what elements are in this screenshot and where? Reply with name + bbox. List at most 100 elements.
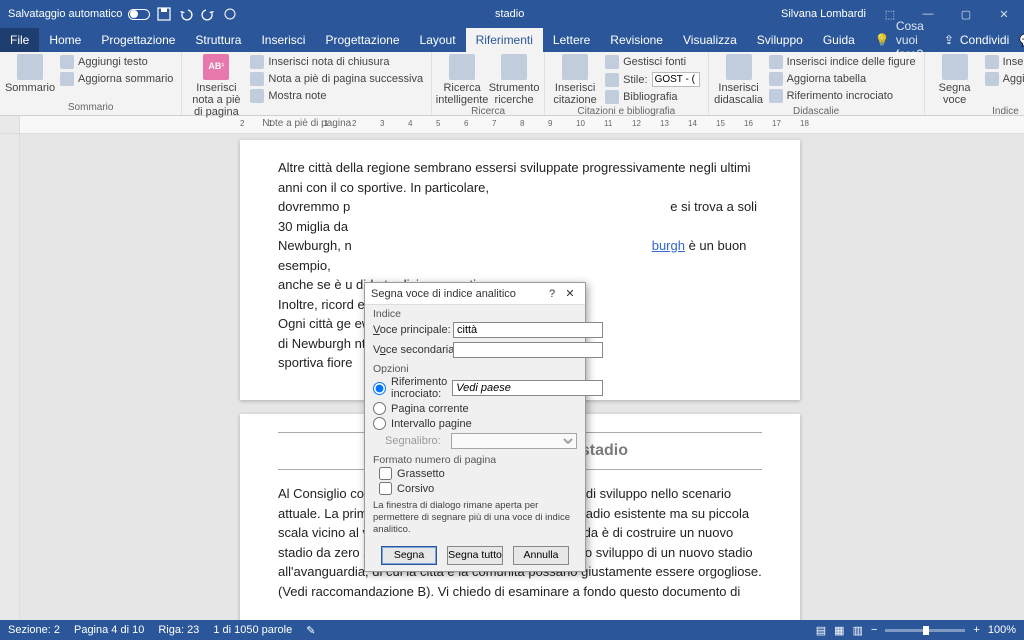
view-web-icon[interactable]: ▥: [853, 624, 863, 637]
add-text-button[interactable]: Aggiungi testo: [58, 54, 175, 70]
share-label: Condividi: [960, 33, 1009, 47]
toc-button[interactable]: Sommario: [6, 54, 54, 94]
toc-label: Sommario: [5, 82, 55, 94]
status-bar: Sezione: 2 Pagina 4 di 10 Riga: 23 1 di …: [0, 620, 1024, 640]
user-name[interactable]: Silvana Lombardi: [781, 8, 866, 20]
document-title: stadio: [238, 8, 781, 20]
autosave-toggle[interactable]: [128, 9, 150, 20]
insert-endnote-button[interactable]: Inserisci nota di chiusura: [248, 54, 425, 70]
bibliography-button[interactable]: Bibliografia: [603, 89, 701, 105]
cross-ref-button[interactable]: Riferimento incrociato: [767, 88, 918, 104]
status-words[interactable]: 1 di 1050 parole: [213, 624, 292, 636]
status-line[interactable]: Riga: 23: [158, 624, 199, 636]
maximize-icon[interactable]: ▢: [952, 0, 980, 28]
tab-inserisci[interactable]: Inserisci: [251, 28, 315, 52]
spellcheck-icon[interactable]: ✎: [306, 624, 315, 637]
comments-icon[interactable]: 💬: [1019, 28, 1024, 52]
share-icon: ⇪: [944, 33, 954, 47]
mark-index-dialog: Segna voce di indice analitico ? ✕ Indic…: [364, 282, 586, 572]
dialog-note: La finestra di dialogo rimane aperta per…: [365, 496, 585, 540]
bookmark-select: [451, 433, 577, 449]
page-range-label: Intervallo pagine: [391, 418, 472, 430]
main-entry-input[interactable]: [453, 322, 603, 338]
title-bar: Salvataggio automatico stadio Silvana Lo…: [0, 0, 1024, 28]
update-toc-button[interactable]: Aggiorna sommario: [58, 71, 175, 87]
segna-button[interactable]: Segna: [381, 546, 437, 565]
zoom-level[interactable]: 100%: [988, 624, 1016, 636]
mark-entry-button[interactable]: Segna voce: [931, 54, 979, 106]
next-footnote-button[interactable]: Nota a piè di pagina successiva: [248, 71, 425, 87]
group-sommario: Sommario: [6, 102, 175, 115]
style-select[interactable]: [652, 72, 700, 87]
close-icon[interactable]: ✕: [990, 0, 1018, 28]
style-row: Stile:: [603, 71, 701, 88]
status-page[interactable]: Pagina 4 di 10: [74, 624, 144, 636]
ruler[interactable]: 21123456789101112131415161718: [0, 116, 1024, 134]
manage-sources-button[interactable]: Gestisci fonti: [603, 54, 701, 70]
tab-file[interactable]: File: [0, 28, 39, 52]
tab-visualizza[interactable]: Visualizza: [673, 28, 747, 52]
show-notes-button[interactable]: Mostra note: [248, 88, 425, 104]
bold-checkbox[interactable]: [379, 467, 392, 480]
current-page-radio[interactable]: [373, 402, 386, 415]
cross-ref-radio[interactable]: [373, 382, 386, 395]
page-range-radio[interactable]: [373, 417, 386, 430]
tab-progettazione2[interactable]: Progettazione: [315, 28, 409, 52]
close-dialog-icon[interactable]: ✕: [561, 287, 579, 300]
zoom-slider[interactable]: [885, 629, 965, 632]
footnote-label: Inserisci nota a piè di pagina: [188, 82, 244, 118]
help-icon[interactable]: ?: [543, 288, 561, 300]
zoom-out-icon[interactable]: −: [871, 624, 877, 636]
main-entry-label: Voce principale:: [373, 324, 447, 336]
section-opzioni: Opzioni: [365, 360, 585, 375]
touch-icon[interactable]: [222, 6, 238, 22]
tab-layout[interactable]: Layout: [410, 28, 466, 52]
annulla-button[interactable]: Annulla: [513, 546, 569, 565]
zoom-in-icon[interactable]: +: [973, 624, 979, 636]
cross-ref-label: Riferimento incrociato:: [391, 376, 447, 400]
bookmark-label: Segnalibro:: [385, 435, 445, 447]
update-index-button[interactable]: Aggiorna indice: [983, 71, 1024, 87]
smart-lookup-button[interactable]: Ricerca intelligente: [438, 54, 486, 106]
tab-lettere[interactable]: Lettere: [543, 28, 600, 52]
link-burgh[interactable]: burgh: [652, 238, 685, 253]
tab-progettazione[interactable]: Progettazione: [91, 28, 185, 52]
tab-sviluppo[interactable]: Sviluppo: [747, 28, 813, 52]
lightbulb-icon: 💡: [875, 33, 890, 47]
tab-revisione[interactable]: Revisione: [600, 28, 673, 52]
dialog-title: Segna voce di indice analitico: [371, 288, 543, 300]
ribbon: Sommario Aggiungi testo Aggiorna sommari…: [0, 52, 1024, 116]
save-icon[interactable]: [156, 6, 172, 22]
section-indice: Indice: [365, 305, 585, 320]
insert-citation-button[interactable]: Inserisci citazione: [551, 54, 599, 106]
segna-tutto-button[interactable]: Segna tutto: [447, 546, 503, 565]
view-read-icon[interactable]: ▤: [816, 624, 826, 637]
researcher-button[interactable]: Strumento ricerche: [490, 54, 538, 106]
share-button[interactable]: ⇪ Condividi: [934, 28, 1019, 52]
tab-home[interactable]: Home: [39, 28, 91, 52]
italic-checkbox[interactable]: [379, 482, 392, 495]
tell-me-label: Cosa vuoi fare?: [896, 19, 924, 61]
document-area[interactable]: Altre città della regione sembrano esser…: [0, 134, 1024, 620]
tell-me[interactable]: 💡 Cosa vuoi fare?: [865, 28, 934, 52]
update-table-button[interactable]: Aggiorna tabella: [767, 71, 918, 87]
sub-entry-input[interactable]: [453, 342, 603, 358]
tab-struttura[interactable]: Struttura: [185, 28, 251, 52]
cross-ref-input[interactable]: [452, 380, 603, 396]
sub-entry-label: Voce secondaria:: [373, 344, 447, 356]
insert-footnote-button[interactable]: AB¹Inserisci nota a piè di pagina: [188, 54, 244, 118]
tab-guida[interactable]: Guida: [813, 28, 865, 52]
vertical-ruler[interactable]: [0, 134, 20, 620]
redo-icon[interactable]: [200, 6, 216, 22]
menu-tabs: File Home Progettazione Struttura Inseri…: [0, 28, 1024, 52]
section-formato: Formato numero di pagina: [365, 451, 585, 466]
bold-label: Grassetto: [397, 468, 445, 480]
insert-caption-button[interactable]: Inserisci didascalia: [715, 54, 763, 106]
tab-riferimenti[interactable]: Riferimenti: [466, 28, 543, 52]
view-print-icon[interactable]: ▦: [834, 624, 844, 637]
undo-icon[interactable]: [178, 6, 194, 22]
status-section[interactable]: Sezione: 2: [8, 624, 60, 636]
autosave-label: Salvataggio automatico: [8, 8, 122, 20]
insert-index-button[interactable]: Inserisci indice: [983, 54, 1024, 70]
current-page-label: Pagina corrente: [391, 403, 469, 415]
